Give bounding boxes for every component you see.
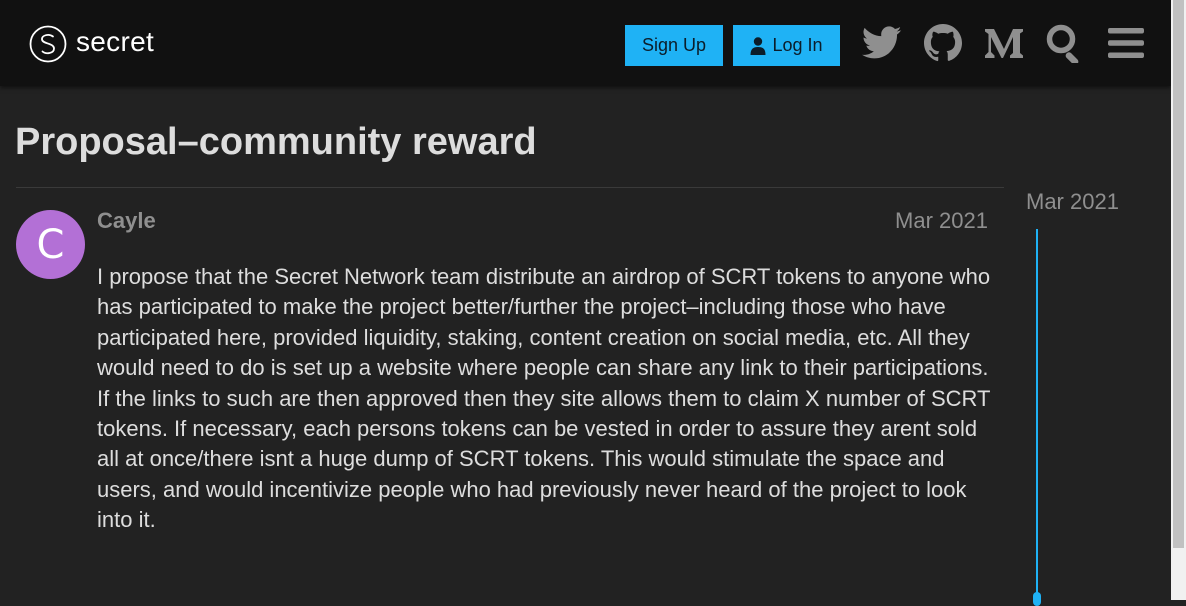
medium-link[interactable] <box>983 22 1025 64</box>
scrollbar-thumb[interactable] <box>1173 0 1184 548</box>
timeline-handle[interactable] <box>1033 592 1041 606</box>
site-logo[interactable]: secret <box>29 24 154 64</box>
search-icon <box>1046 24 1079 63</box>
post-date[interactable]: Mar 2021 <box>895 208 988 234</box>
site-header: secret Sign Up Log In <box>0 0 1171 86</box>
log-in-button[interactable]: Log In <box>733 25 840 66</box>
logo-text: secret <box>76 26 155 57</box>
twitter-icon <box>862 26 902 59</box>
secret-logo-icon <box>29 25 67 63</box>
topic-title[interactable]: Proposal–community reward <box>15 119 537 165</box>
title-divider <box>16 187 1004 188</box>
post-body: I propose that the Secret Network team d… <box>97 264 991 533</box>
menu-icon <box>1108 28 1144 58</box>
github-link[interactable] <box>922 22 964 64</box>
post-username[interactable]: Cayle <box>97 208 156 234</box>
sign-up-button[interactable]: Sign Up <box>625 25 723 66</box>
timeline-track[interactable] <box>1036 229 1038 600</box>
github-icon <box>924 24 962 62</box>
log-in-label: Log In <box>772 35 823 55</box>
avatar[interactable]: C <box>16 210 85 279</box>
user-icon <box>750 36 766 55</box>
twitter-link[interactable] <box>861 22 903 64</box>
menu-button[interactable] <box>1105 22 1147 64</box>
timeline-start-date[interactable]: Mar 2021 <box>1026 189 1119 215</box>
search-button[interactable] <box>1044 22 1086 64</box>
medium-icon <box>985 29 1023 58</box>
page-scrollbar[interactable] <box>1171 0 1186 600</box>
